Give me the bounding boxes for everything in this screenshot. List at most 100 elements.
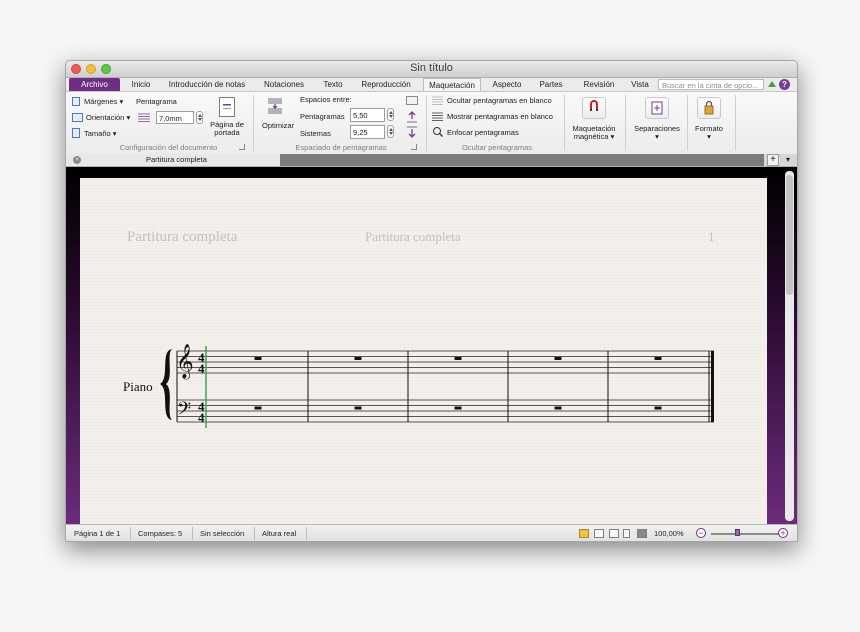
pentagramas-spacing-input[interactable]: 5,50 [350,108,385,122]
bass-whole-rest[interactable] [454,406,462,410]
tab-inicio[interactable]: Inicio [129,78,153,91]
orientation-icon [72,113,83,122]
orientacion-label: Orientación [86,113,125,122]
vertical-scrollbar-thumb[interactable] [786,175,793,295]
tab-revision[interactable]: Revisión [581,78,617,91]
staff-size-input[interactable]: 7,0mm [156,111,194,124]
separaciones-button[interactable] [645,97,669,119]
espaciado-launcher[interactable] [411,144,417,150]
separaciones-dropdown[interactable]: Separaciones ▾ [628,125,686,141]
config-documento-launcher[interactable] [239,144,245,150]
bass-whole-rest[interactable] [554,406,562,410]
zoom-slider-knob[interactable] [735,529,740,536]
treble-whole-rest[interactable] [654,357,662,360]
espaciado-group-label: Espaciado de pentagramas [295,143,387,152]
treble-whole-rest[interactable] [554,357,562,360]
pentagramas-label: Pentagramas [300,112,345,121]
formato-dropdown[interactable]: Formato ▾ [689,125,729,141]
window-title: Sin título [410,62,453,74]
tab-vista[interactable]: Vista [630,78,650,91]
tab-notaciones[interactable]: Notaciones [262,78,306,91]
status-separator [192,527,193,540]
zoom-slider-track[interactable] [711,533,779,535]
status-seleccion: Sin selección [200,529,245,538]
view-page-icon[interactable] [579,529,589,538]
staff-size-stepper[interactable] [196,111,203,124]
ribbon-tabs: Archivo Inicio Introducción de notas Not… [66,78,797,91]
score-page[interactable]: Partitura completa Partitura completa 1 … [80,178,767,524]
separaciones-label: Separaciones [634,124,680,133]
group-separator [625,95,626,151]
formato-button[interactable] [697,97,721,119]
close-tab-icon[interactable]: × [73,156,81,164]
status-separator [130,527,131,540]
view-fullscreen-icon[interactable] [637,529,647,538]
view-vertical-icon[interactable] [623,529,630,538]
title-page-icon [219,97,235,117]
magnet-icon [590,100,598,111]
pagina-portada-button[interactable]: Página de portada [208,121,246,137]
tab-reproduccion[interactable]: Reproducción [359,78,413,91]
treble-whole-rest[interactable] [354,357,362,360]
bass-whole-rest[interactable] [254,406,262,410]
status-altura: Altura real [262,529,297,538]
enfocar-button[interactable]: Enfocar pentagramas [447,128,519,137]
new-tab-button[interactable]: + [767,154,779,166]
bass-staff [177,399,714,423]
maquetacion-magnetica-label-2: magnética [573,132,609,141]
zoom-out-button[interactable]: − [696,528,706,538]
margenes-button[interactable]: Márgenes ▾ [84,97,123,106]
vertical-scrollbar[interactable] [785,171,794,521]
ribbon-search-input[interactable]: Buscar en la cinta de opcio... [658,79,764,90]
config-documento-group-label: Configuración del documento [119,143,218,152]
doc-tab-partitura-completa[interactable]: × Partitura completa [66,154,281,166]
group-separator [687,95,688,151]
view-panorama-icon[interactable] [609,529,619,538]
sistemas-spacing-input[interactable]: 9,25 [350,125,385,139]
optimizar-button[interactable]: Optimizar [262,121,294,130]
pagina-portada-label-2: portada [214,128,240,137]
magnetic-layout-button[interactable] [582,97,606,119]
treble-whole-rest[interactable] [254,357,262,360]
zoom-in-button[interactable]: + [778,528,788,538]
treble-staff [177,350,714,374]
mostrar-blanco-button[interactable]: Mostrar pentagramas en blanco [447,112,553,121]
sistemas-label: Sistemas [300,129,331,138]
zoom-level: 100,00% [654,529,684,538]
orientacion-button[interactable]: Orientación ▾ [86,113,130,122]
maquetacion-magnetica-dropdown[interactable]: Maquetación magnética ▾ [566,125,622,141]
view-spread-icon[interactable] [594,529,604,538]
hide-empty-staves-icon [432,96,443,105]
tab-introduccion-notas[interactable]: Introducción de notas [167,78,247,91]
reset-spacing-icon[interactable] [406,96,418,105]
tab-maquetacion[interactable]: Maquetación [423,78,481,91]
focus-staves-icon [432,127,443,137]
margenes-label: Márgenes [84,97,118,106]
bass-whole-rest[interactable] [654,406,662,410]
tab-menu-icon[interactable]: ▾ [781,154,795,166]
pentagrama-label: Pentagrama [136,97,177,106]
decrease-spacing-icon[interactable] [407,126,417,138]
status-page: Página 1 de 1 [74,529,121,538]
sistemas-spacing-stepper[interactable] [387,125,394,138]
group-separator [564,95,565,151]
tab-texto[interactable]: Texto [321,78,345,91]
tab-partes[interactable]: Partes [538,78,564,91]
tab-aspecto[interactable]: Aspecto [491,78,523,91]
increase-spacing-icon[interactable] [407,111,417,123]
status-bar: Página 1 de 1 Compases: 5 Sin selección … [66,524,797,541]
tab-archivo[interactable]: Archivo [69,78,120,91]
piano-brace [160,349,172,420]
group-separator [426,95,427,151]
tamano-button[interactable]: Tamaño ▾ [84,129,117,138]
score-viewport[interactable]: Partitura completa Partitura completa 1 … [66,167,797,524]
tamano-label: Tamaño [84,129,111,138]
rests [254,357,662,410]
collapse-ribbon-icon[interactable] [768,81,776,87]
ocultar-blanco-button[interactable]: Ocultar pentagramas en blanco [447,96,552,105]
bass-whole-rest[interactable] [354,406,362,410]
help-icon[interactable]: ? [779,79,790,90]
lock-icon [704,100,714,115]
treble-whole-rest[interactable] [454,357,462,360]
pentagramas-spacing-stepper[interactable] [387,108,394,121]
